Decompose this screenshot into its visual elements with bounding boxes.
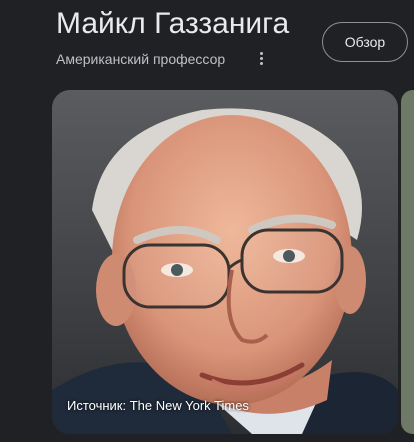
photo-source-caption: Источник: The New York Times [67, 398, 249, 413]
next-photo-peek[interactable] [401, 90, 414, 434]
entity-title: Майкл Газзанига [56, 7, 290, 40]
entity-subtitle: Американский профессор [56, 51, 226, 67]
knowledge-panel: Майкл Газзанига Американский профессор О… [0, 0, 414, 442]
portrait-image [52, 90, 398, 434]
main-photo[interactable]: Источник: The New York Times [52, 90, 398, 434]
more-vert-icon[interactable] [250, 47, 272, 69]
overview-button[interactable]: Обзор [322, 22, 408, 62]
